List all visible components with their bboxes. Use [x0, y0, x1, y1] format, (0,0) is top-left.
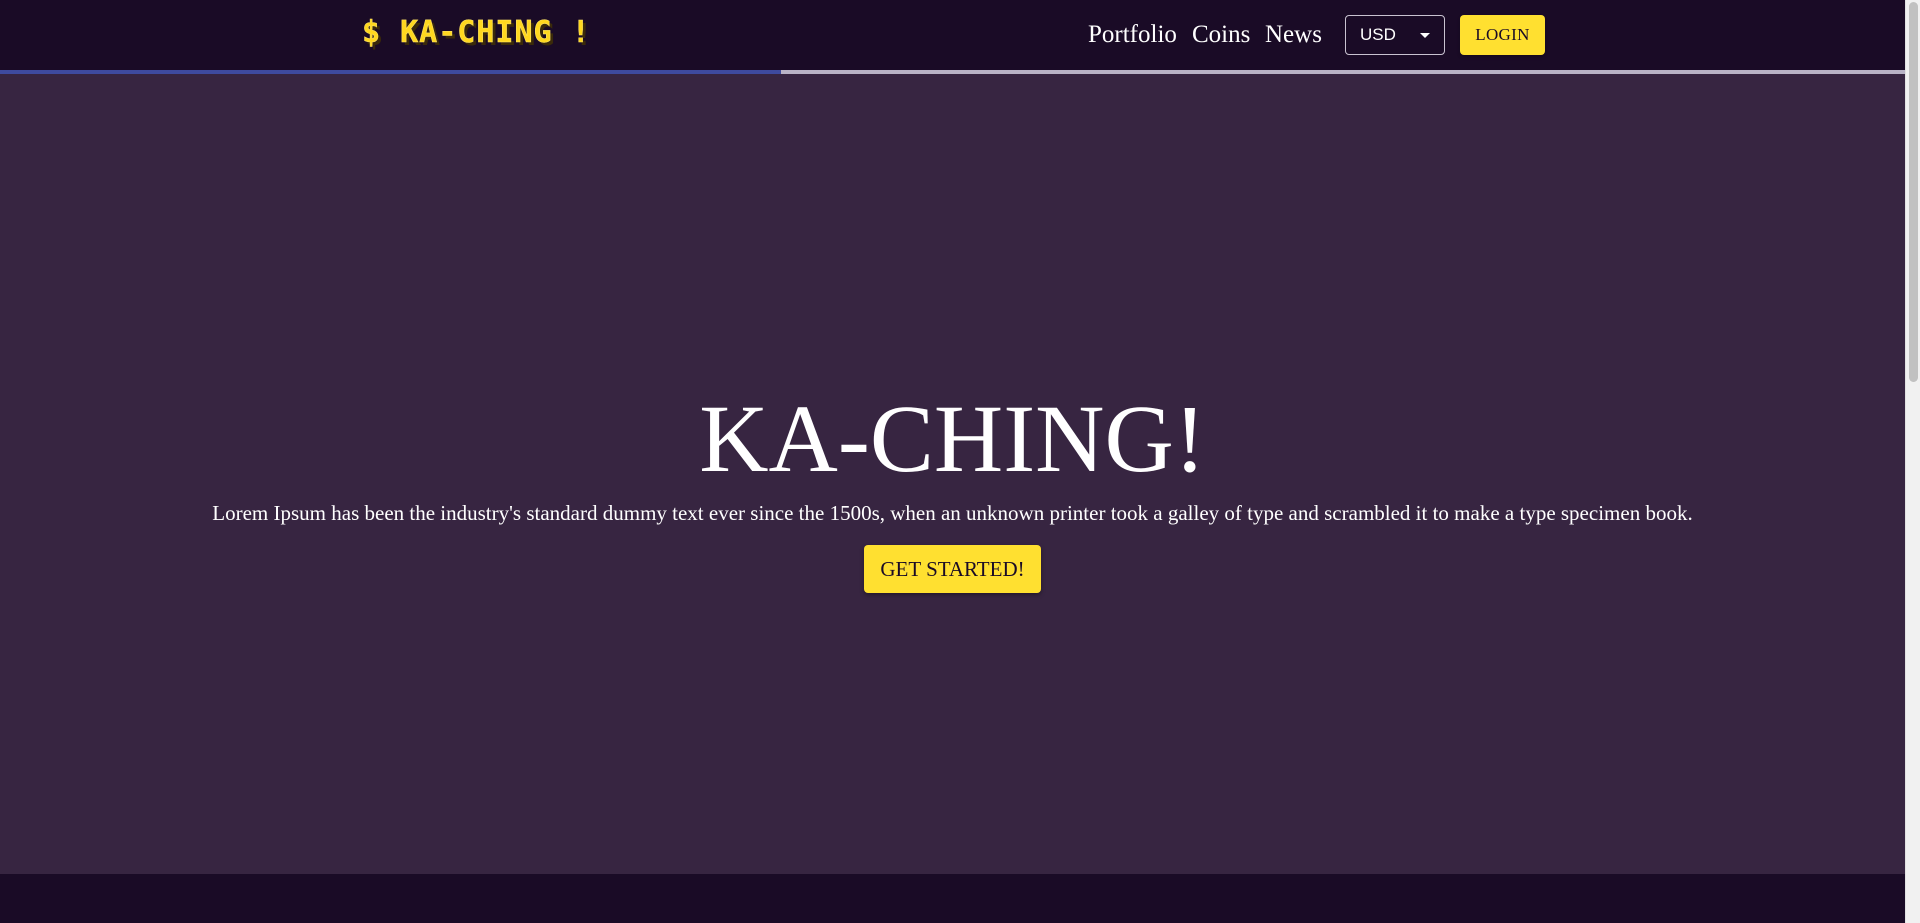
top-navbar: $ KA-CHING ! $ KA-CHING ! Portfolio Coin… [0, 0, 1905, 70]
hero-description: Lorem Ipsum has been the industry's stan… [212, 501, 1693, 525]
get-started-button[interactable]: GET STARTED! [864, 545, 1041, 593]
caret-down-icon [1420, 33, 1430, 38]
currency-select[interactable]: USD [1345, 15, 1445, 55]
nav-link-portfolio[interactable]: Portfolio [1088, 17, 1177, 53]
hero-title: KA-CHING! [699, 385, 1206, 492]
login-button[interactable]: LOGIN [1460, 15, 1545, 55]
currency-selected-value: USD [1360, 25, 1396, 44]
footer-strip [0, 874, 1905, 923]
scrollbar-thumb[interactable] [1909, 2, 1918, 382]
hero-section: KA-CHING! Lorem Ipsum has been the indus… [0, 74, 1905, 874]
nav-link-news[interactable]: News [1265, 17, 1322, 53]
nav-link-coins[interactable]: Coins [1192, 17, 1250, 53]
main-nav: Portfolio Coins News [0, 17, 1905, 53]
page-scrollbar[interactable] [1905, 0, 1920, 923]
